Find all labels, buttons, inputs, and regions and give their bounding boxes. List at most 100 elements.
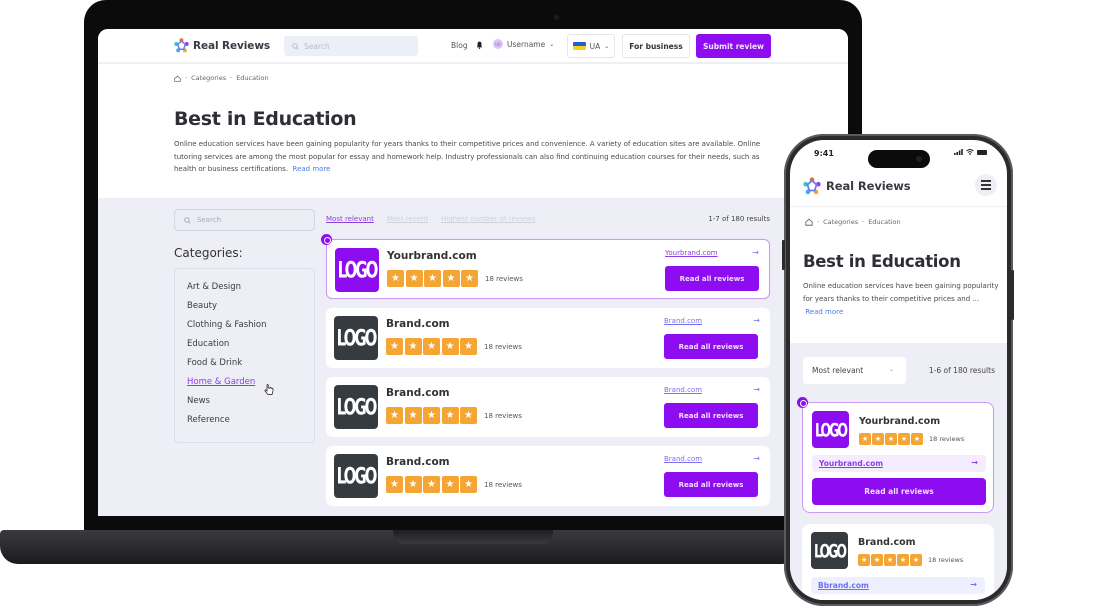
- sort-dropdown[interactable]: Most relevant ⌄: [803, 357, 906, 384]
- arrow-right-icon[interactable]: →: [753, 385, 760, 394]
- star-icon: ★: [424, 270, 441, 287]
- category-item-hovered[interactable]: Home & Garden: [187, 376, 314, 395]
- language-selector[interactable]: UA ⌄: [567, 34, 615, 58]
- read-all-reviews-button[interactable]: Read all reviews: [664, 334, 758, 359]
- description-text: Online education services have been gain…: [803, 282, 999, 303]
- site-logo[interactable]: Real Reviews: [174, 38, 270, 53]
- search-icon: [292, 42, 299, 50]
- home-icon[interactable]: [805, 218, 813, 226]
- breadcrumb-education[interactable]: Education: [868, 218, 900, 226]
- wifi-icon: [966, 149, 974, 155]
- read-all-reviews-button[interactable]: Read all reviews: [812, 478, 986, 505]
- website-link[interactable]: Bbrand.com →: [811, 577, 985, 594]
- star-icon: ★: [858, 554, 870, 566]
- logo-star-icon: [803, 177, 821, 195]
- brand-name[interactable]: Brand.com: [386, 387, 450, 399]
- website-link-text: Yourbrand.com: [819, 459, 884, 468]
- star-rating: ★ ★ ★ ★ ★: [386, 338, 477, 355]
- logo-text: Real Reviews: [193, 39, 271, 52]
- website-link[interactable]: Brand.com: [664, 317, 702, 325]
- star-rating: ★ ★ ★ ★ ★: [859, 433, 923, 445]
- review-count: 18 reviews: [484, 412, 522, 420]
- star-icon: ★: [404, 407, 422, 424]
- category-item[interactable]: Reference: [187, 414, 314, 433]
- category-item[interactable]: Art & Design: [187, 281, 314, 300]
- star-icon: ★: [386, 476, 403, 493]
- brand-name[interactable]: Yourbrand.com: [387, 250, 477, 262]
- logo-star-icon: [174, 38, 189, 53]
- star-icon: ★: [423, 407, 440, 424]
- category-item[interactable]: Beauty: [187, 300, 314, 319]
- star-icon: ★: [885, 433, 897, 445]
- category-item[interactable]: Education: [187, 338, 314, 357]
- submit-review-button[interactable]: Submit review: [696, 34, 771, 58]
- nav-blog-link[interactable]: Blog: [451, 41, 468, 50]
- brand-name[interactable]: Brand.com: [858, 537, 916, 548]
- user-menu[interactable]: UR Username ⌄: [493, 39, 554, 49]
- listing-card[interactable]: LOGO Brand.com ★ ★ ★ ★ ★ 18 reviews Bbrand.c…: [802, 524, 994, 600]
- arrow-right-icon[interactable]: →: [753, 454, 760, 463]
- tab-highest-reviews[interactable]: Highest number of reviews: [441, 215, 535, 223]
- search-placeholder: Search: [304, 41, 330, 51]
- search-icon: [184, 216, 191, 224]
- phone-volume-button: [782, 240, 785, 270]
- brand-name[interactable]: Yourbrand.com: [859, 416, 940, 427]
- breadcrumb-education[interactable]: Education: [236, 74, 268, 82]
- read-all-reviews-button[interactable]: Read all reviews: [665, 266, 759, 291]
- dynamic-island: [868, 150, 930, 168]
- star-icon: ★: [404, 476, 422, 493]
- desktop-screen: Real Reviews Search Blog UR Username ⌄ U…: [98, 29, 848, 516]
- website-link[interactable]: Yourbrand.com: [665, 249, 718, 257]
- read-all-reviews-button[interactable]: Read all reviews: [664, 472, 758, 497]
- hamburger-menu-button[interactable]: [975, 174, 997, 196]
- tab-most-relevant[interactable]: Most relevant: [326, 215, 374, 223]
- category-item[interactable]: News: [187, 395, 314, 414]
- language-label: UA: [589, 41, 601, 51]
- tab-most-recent[interactable]: Most recent: [387, 215, 428, 223]
- home-icon[interactable]: [174, 75, 181, 82]
- listing-card[interactable]: LOGO Brand.com ★ ★ ★ ★ ★ 18 reviews Brand.com → Re…: [326, 446, 770, 506]
- breadcrumb-categories[interactable]: Categories: [823, 218, 858, 226]
- star-icon: ★: [405, 270, 423, 287]
- review-count: 18 reviews: [484, 481, 522, 489]
- listing-card-featured[interactable]: LOGO Yourbrand.com ★ ★ ★ ★ ★ 18 reviews Your…: [797, 397, 994, 513]
- category-description: Online education services have been gain…: [174, 138, 764, 176]
- page-title: Best in Education: [174, 108, 357, 130]
- arrow-right-icon[interactable]: →: [753, 316, 760, 325]
- category-item[interactable]: Clothing & Fashion: [187, 319, 314, 338]
- website-link[interactable]: Brand.com: [664, 386, 702, 394]
- read-more-link[interactable]: Read more: [293, 165, 331, 173]
- star-icon: ★: [884, 554, 896, 566]
- website-link-text: Bbrand.com: [818, 581, 869, 590]
- read-all-reviews-button[interactable]: Read all reviews: [664, 403, 758, 428]
- star-icon: ★: [404, 338, 422, 355]
- website-link[interactable]: Yourbrand.com →: [812, 455, 986, 472]
- site-logo[interactable]: Real Reviews: [803, 177, 911, 195]
- review-count: 18 reviews: [928, 556, 964, 564]
- listing-card[interactable]: LOGO Brand.com ★ ★ ★ ★ ★ 18 reviews Brand.com → Re…: [326, 377, 770, 437]
- star-icon: ★: [423, 476, 440, 493]
- sort-tabs: Most relevant Most recent Highest number…: [326, 215, 535, 223]
- arrow-right-icon[interactable]: →: [752, 248, 759, 257]
- star-rating: ★ ★ ★ ★ ★: [386, 407, 477, 424]
- for-business-button[interactable]: For business: [622, 34, 690, 58]
- listing-card-featured[interactable]: LOGO Yourbrand.com ★ ★ ★ ★ ★ 18 reviews Yourbran…: [321, 234, 770, 299]
- website-link[interactable]: Brand.com: [664, 455, 702, 463]
- listing-card[interactable]: LOGO Brand.com ★ ★ ★ ★ ★ 18 reviews Brand.com → Re…: [326, 308, 770, 368]
- category-item[interactable]: Food & Drink: [187, 357, 314, 376]
- brand-name[interactable]: Brand.com: [386, 456, 450, 468]
- review-count: 18 reviews: [929, 435, 965, 443]
- brand-logo: LOGO: [811, 532, 848, 569]
- brand-name[interactable]: Brand.com: [386, 318, 450, 330]
- breadcrumb-categories[interactable]: Categories: [191, 74, 226, 82]
- featured-badge-icon: [321, 234, 332, 245]
- brand-logo: LOGO: [334, 316, 378, 360]
- review-count: 18 reviews: [484, 343, 522, 351]
- read-more-link[interactable]: Read more: [805, 308, 843, 316]
- category-search-input[interactable]: Search: [174, 209, 315, 231]
- sort-selected-label: Most relevant: [812, 366, 864, 375]
- notification-bell-icon[interactable]: [476, 41, 483, 49]
- header-search-input[interactable]: Search: [284, 36, 418, 56]
- description-text: Online education services have been gain…: [174, 140, 761, 173]
- star-icon: ★: [910, 554, 922, 566]
